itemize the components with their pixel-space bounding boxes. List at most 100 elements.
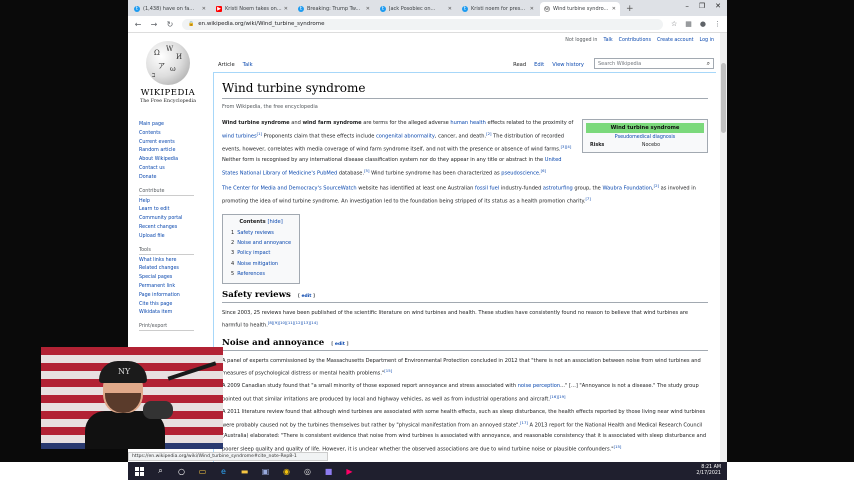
tab-read[interactable]: Read (509, 62, 530, 71)
folder-icon[interactable]: ▬ (239, 466, 250, 477)
login-link[interactable]: Log in (700, 38, 714, 43)
toc-item[interactable]: 3 Policy impact (231, 248, 291, 258)
start-button[interactable] (134, 466, 145, 477)
wikipedia-logo[interactable]: Ω W И ア ω ב WIKIPEDIA The Free Encyclope… (138, 41, 198, 116)
system-clock[interactable]: 8:21 AM 2/17/2021 (696, 465, 721, 477)
maximize-icon[interactable]: ❐ (699, 2, 705, 10)
tab-edit[interactable]: Edit (530, 62, 548, 71)
reload-icon[interactable]: ↻ (166, 20, 174, 29)
edit-link[interactable]: edit (335, 342, 345, 347)
sidebar-item[interactable]: Contact us (139, 165, 209, 174)
edit-link[interactable]: edit (301, 294, 311, 299)
sidebar-item[interactable]: Wikidata item (139, 309, 209, 318)
link-congenital-abnormality[interactable]: congenital abnormality (376, 133, 435, 139)
browser-tab-4[interactable]: t Jack Posobiec on... ✕ (376, 2, 456, 16)
edge-icon[interactable]: e (218, 466, 229, 477)
sidebar-item[interactable]: Related changes (139, 265, 209, 274)
browser-tab-6-active[interactable]: W Wind turbine syndro... ✕ (540, 2, 620, 16)
search-icon[interactable]: ⌕ (707, 60, 710, 68)
extensions-icon[interactable]: ▦ (685, 20, 692, 28)
page-scrollbar[interactable] (720, 33, 727, 462)
sidebar-item[interactable]: Page information (139, 292, 209, 301)
toc-link[interactable]: Noise mitigation (237, 261, 278, 267)
browser-tab-1[interactable]: t (1,438) have on fa... ✕ (130, 2, 210, 16)
tab-talk[interactable]: Talk (239, 62, 257, 71)
close-icon[interactable]: ✕ (366, 6, 370, 12)
sidebar-item[interactable]: About Wikipedia (139, 156, 209, 165)
profile-icon[interactable]: ● (700, 20, 706, 28)
close-icon[interactable]: ✕ (448, 6, 452, 12)
toc-link[interactable]: Safety reviews (237, 230, 274, 236)
citation[interactable]: [6] (541, 168, 546, 173)
tab-view-history[interactable]: View history (548, 62, 588, 71)
infobox-value[interactable]: Nocebo (642, 143, 700, 148)
forward-arrow-icon[interactable]: → (150, 20, 158, 29)
task-view-icon[interactable]: ○ (176, 466, 187, 477)
link-pseudoscience[interactable]: pseudoscience (501, 170, 539, 176)
sidebar-item[interactable]: Upload file (139, 233, 209, 242)
sidebar-item[interactable]: Current events (139, 139, 209, 148)
toc-link[interactable]: References (237, 271, 265, 277)
toc-item[interactable]: 2 Noise and annoyance (231, 238, 291, 248)
citation[interactable]: [3][4] (561, 144, 572, 149)
toc-item[interactable]: 4 Noise mitigation (231, 259, 291, 269)
toc-item[interactable]: 1 Safety reviews (231, 228, 291, 238)
menu-icon[interactable]: ⋮ (714, 20, 721, 28)
contributions-link[interactable]: Contributions (619, 38, 651, 43)
citation[interactable]: [15] (384, 368, 392, 373)
sidebar-item[interactable]: Recent changes (139, 224, 209, 233)
citation[interactable]: [7] (585, 196, 590, 201)
sidebar-item[interactable]: Community portal (139, 215, 209, 224)
obs-icon[interactable]: ◎ (302, 466, 313, 477)
link-astroturfing[interactable]: astroturfing (543, 186, 573, 192)
chrome-icon[interactable]: ◉ (281, 466, 292, 477)
sidebar-item[interactable]: Special pages (139, 274, 209, 283)
search-input[interactable]: Search Wikipedia ⌕ (594, 58, 714, 69)
toc-hide-toggle[interactable]: [hide] (268, 219, 283, 225)
create-account-link[interactable]: Create account (657, 38, 694, 43)
close-icon[interactable]: ✕ (612, 6, 616, 12)
search-icon[interactable]: ⌕ (155, 466, 166, 477)
close-icon[interactable]: ✕ (284, 6, 288, 12)
sidebar-item[interactable]: What links here (139, 257, 209, 266)
sidebar-item[interactable]: Random article (139, 147, 209, 156)
link-sourcewatch[interactable]: The Center for Media and Democracy's Sou… (222, 186, 357, 192)
close-window-icon[interactable]: ✕ (715, 2, 721, 10)
sidebar-item[interactable]: Permanent link (139, 283, 209, 292)
citation[interactable]: [17] (520, 420, 528, 425)
infobox-subtitle[interactable]: Pseudomedical diagnosis (586, 135, 704, 140)
close-icon[interactable]: ✕ (530, 6, 534, 12)
star-icon[interactable]: ☆ (671, 20, 677, 28)
browser-tab-2[interactable]: ▶ Kristi Noem takes on... ✕ (212, 2, 292, 16)
sidebar-item[interactable]: Main page (139, 121, 209, 130)
sidebar-item[interactable]: Donate (139, 174, 209, 183)
media-app-icon[interactable]: ▶ (344, 466, 355, 477)
sidebar-item[interactable]: Contents (139, 130, 209, 139)
close-icon[interactable]: ✕ (202, 6, 206, 12)
address-bar[interactable]: 🔒 en.wikipedia.org/wiki/Wind_turbine_syn… (182, 18, 663, 30)
link-noise-perception[interactable]: noise perception (518, 383, 560, 389)
scrollbar-thumb[interactable] (721, 63, 726, 133)
new-tab-button[interactable]: + (626, 4, 634, 14)
sidebar-item[interactable]: Learn to edit (139, 206, 209, 215)
citation[interactable]: [15] (614, 444, 622, 449)
talk-link[interactable]: Talk (603, 38, 612, 43)
citation[interactable]: [8][9][10][11][12][13][14] (268, 320, 318, 325)
link-waubra-foundation[interactable]: Waubra Foundation (602, 186, 652, 192)
link-wind-turbines[interactable]: wind turbines (222, 133, 257, 139)
toc-link[interactable]: Policy impact (237, 250, 270, 256)
sidebar-heading[interactable]: Print/export (139, 324, 194, 332)
toc-item[interactable]: 5 References (231, 269, 291, 279)
sidebar-item[interactable]: Help (139, 198, 209, 207)
file-explorer-icon[interactable]: ▭ (197, 466, 208, 477)
browser-tab-3[interactable]: t Breaking: Trump Tw... ✕ (294, 2, 374, 16)
back-arrow-icon[interactable]: ← (134, 20, 142, 29)
tab-article[interactable]: Article (214, 62, 239, 71)
sidebar-item[interactable]: Cite this page (139, 301, 209, 310)
link-human-health[interactable]: human health (450, 120, 486, 126)
toc-link[interactable]: Noise and annoyance (237, 240, 291, 246)
link-fossil-fuel[interactable]: fossil fuel (475, 186, 499, 192)
store-icon[interactable]: ▣ (260, 466, 271, 477)
browser-tab-5[interactable]: t Kristi noem for pres... ✕ (458, 2, 538, 16)
citation[interactable]: [16][19] (550, 394, 566, 399)
